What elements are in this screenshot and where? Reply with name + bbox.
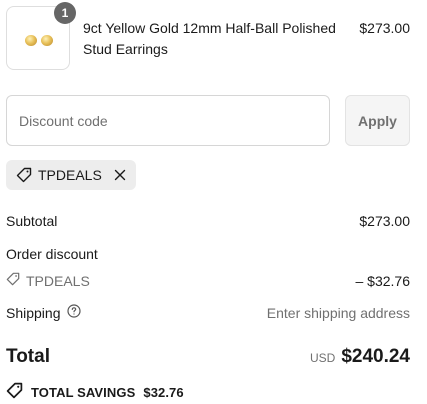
apply-button[interactable]: Apply <box>345 95 410 146</box>
order-discount-row: Order discount <box>6 246 410 262</box>
applied-discount-code: TPDEALS <box>38 167 102 183</box>
applied-discount-chip: TPDEALS <box>6 160 136 190</box>
help-circle-icon[interactable] <box>66 304 81 321</box>
savings-value: $32.76 <box>143 384 184 400</box>
total-amount: $240.24 <box>341 346 410 367</box>
shipping-value: Enter shipping address <box>266 304 410 321</box>
quantity-badge: 1 <box>54 2 76 24</box>
earring-image-left <box>25 35 37 46</box>
subtotal-label: Subtotal <box>6 213 58 229</box>
discount-code-row: TPDEALS – $32.76 <box>6 272 410 289</box>
tag-icon <box>16 167 32 183</box>
product-price: $273.00 <box>359 20 410 36</box>
total-value-group: USD $240.24 <box>310 346 410 368</box>
order-discount-label: Order discount <box>6 246 98 262</box>
shipping-label-group: Shipping <box>6 304 81 321</box>
savings-tag-icon <box>6 382 23 402</box>
shipping-label: Shipping <box>6 304 61 321</box>
total-savings: TOTAL SAVINGS $32.76 <box>6 382 184 402</box>
close-icon[interactable] <box>114 169 126 181</box>
discount-code-input[interactable] <box>6 95 330 146</box>
subtotal-row: Subtotal $273.00 <box>6 213 410 229</box>
total-row: Total USD $240.24 <box>6 346 410 368</box>
savings-label: TOTAL SAVINGS <box>31 384 136 400</box>
product-name: 9ct Yellow Gold 12mm Half-Ball Polished … <box>83 20 336 57</box>
discount-code-label: TPDEALS <box>26 272 90 289</box>
cart-line-item: 1 9ct Yellow Gold 12mm Half-Ball Polishe… <box>6 2 410 72</box>
subtotal-value: $273.00 <box>359 213 410 229</box>
shipping-row: Shipping Enter shipping address <box>6 304 410 321</box>
discount-value: – $32.76 <box>355 272 411 289</box>
currency-code: USD <box>309 351 336 365</box>
earring-image-right <box>41 35 53 46</box>
discount-code-line: TPDEALS <box>6 272 90 289</box>
total-label: Total <box>6 346 50 367</box>
tag-icon <box>6 272 20 289</box>
